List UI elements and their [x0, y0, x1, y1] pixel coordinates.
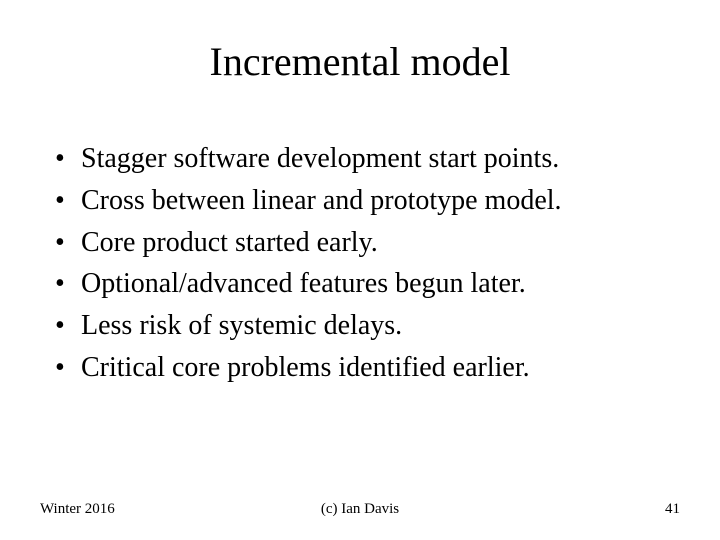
slide: Incremental model • Stagger software dev…	[0, 0, 720, 540]
list-item: • Core product started early.	[55, 224, 665, 262]
list-item: • Stagger software development start poi…	[55, 140, 665, 178]
bullet-text: Cross between linear and prototype model…	[81, 182, 665, 220]
list-item: • Less risk of systemic delays.	[55, 307, 665, 345]
bullet-text: Stagger software development start point…	[81, 140, 665, 178]
bullet-icon: •	[55, 349, 81, 387]
list-item: • Critical core problems identified earl…	[55, 349, 665, 387]
bullet-icon: •	[55, 140, 81, 178]
bullet-icon: •	[55, 265, 81, 303]
bullet-text: Critical core problems identified earlie…	[81, 349, 665, 387]
footer-center: (c) Ian Davis	[0, 501, 720, 518]
list-item: • Cross between linear and prototype mod…	[55, 182, 665, 220]
slide-body: • Stagger software development start poi…	[55, 140, 665, 391]
bullet-text: Optional/advanced features begun later.	[81, 265, 665, 303]
bullet-text: Less risk of systemic delays.	[81, 307, 665, 345]
slide-title: Incremental model	[0, 38, 720, 85]
footer-page-number: 41	[665, 501, 680, 518]
bullet-icon: •	[55, 224, 81, 262]
bullet-text: Core product started early.	[81, 224, 665, 262]
list-item: • Optional/advanced features begun later…	[55, 265, 665, 303]
bullet-icon: •	[55, 307, 81, 345]
bullet-icon: •	[55, 182, 81, 220]
